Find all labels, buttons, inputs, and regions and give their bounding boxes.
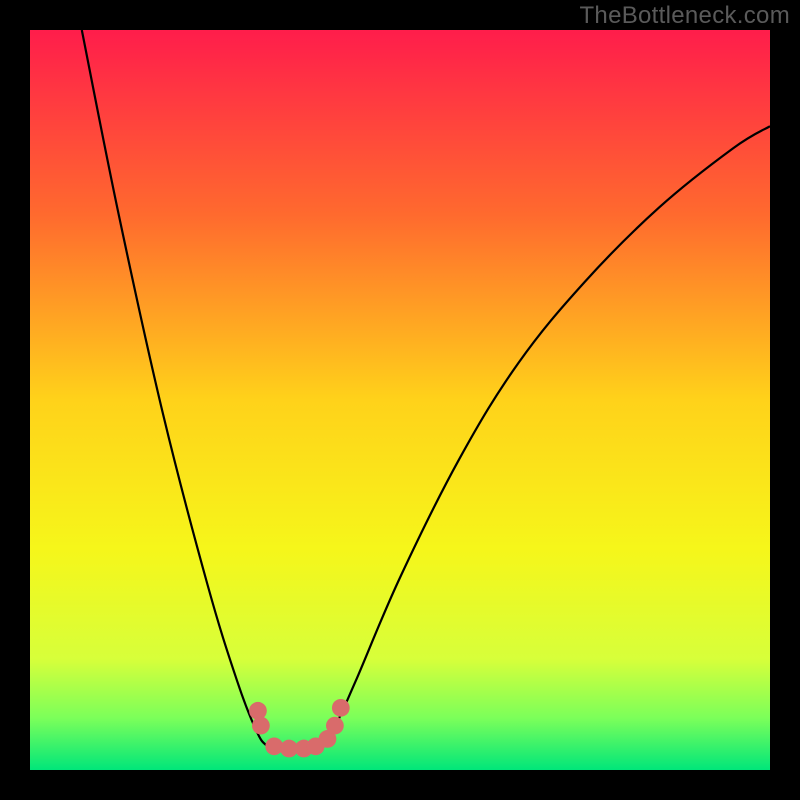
plot-background	[30, 30, 770, 770]
chart-frame: TheBottleneck.com	[0, 0, 800, 800]
marker-point	[252, 717, 270, 735]
marker-point	[326, 717, 344, 735]
marker-point	[249, 702, 267, 720]
watermark-text: TheBottleneck.com	[579, 2, 790, 30]
bottleneck-chart	[0, 0, 800, 800]
marker-point	[332, 699, 350, 717]
